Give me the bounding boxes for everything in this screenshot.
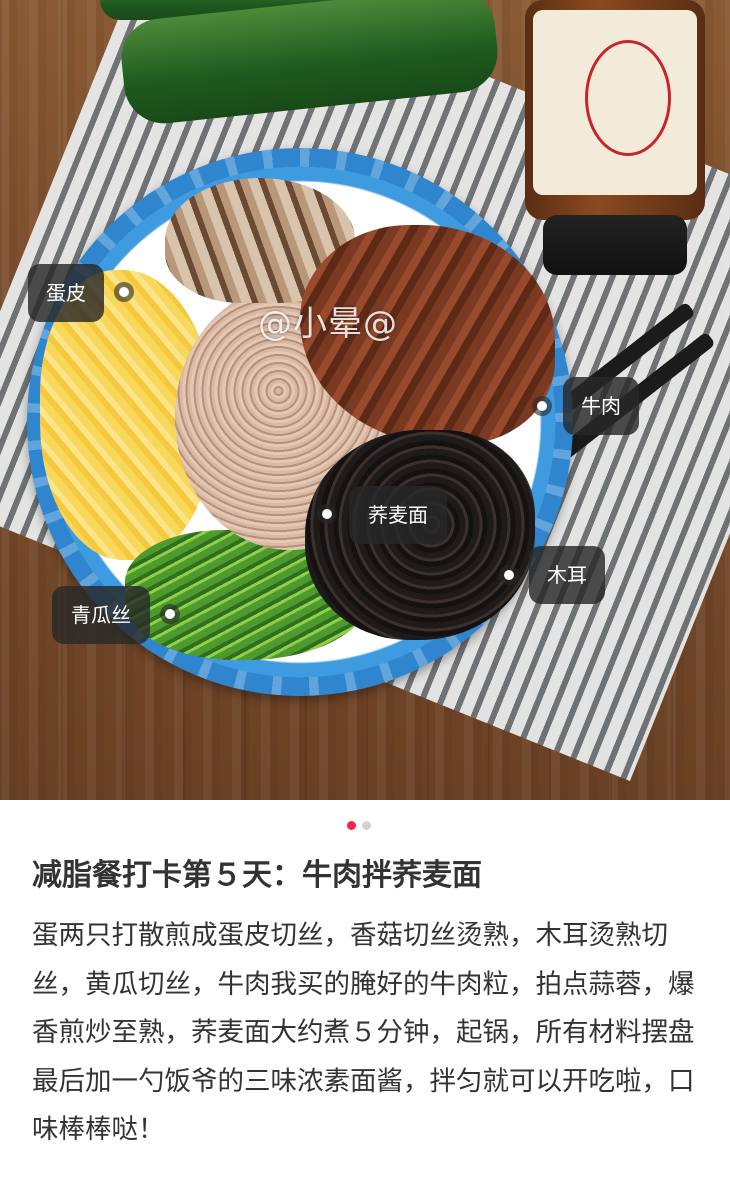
sauce-jar — [525, 0, 705, 280]
image-pager[interactable] — [347, 821, 371, 830]
tag-buckwheat-noodle[interactable]: 荞麦面 — [349, 486, 447, 544]
post-paragraph: 最后加一勺饭爷的三味浓素面酱，拌匀就可以开吃啦，口味棒棒哒！ — [32, 1065, 695, 1146]
tag-cucumber-dot-icon[interactable] — [160, 604, 180, 624]
watermark: @小晕@ — [258, 304, 398, 344]
tag-egg[interactable]: 蛋皮 — [28, 264, 104, 322]
tag-fungus-dot-icon[interactable] — [499, 565, 519, 585]
tag-fungus[interactable]: 木耳 — [529, 546, 605, 604]
tag-cucumber[interactable]: 青瓜丝 — [52, 586, 150, 644]
pager-dot-active[interactable] — [347, 821, 356, 830]
tag-buckwheat-dot-icon[interactable] — [317, 504, 337, 524]
pager-dot[interactable] — [362, 821, 371, 830]
post-photo[interactable]: @小晕@ 蛋皮 牛肉 荞麦面 木耳 青瓜丝 — [0, 0, 730, 800]
tag-beef-dot-icon[interactable] — [532, 396, 552, 416]
post-title: 减脂餐打卡第５天：牛肉拌荞麦面 — [32, 858, 482, 893]
tag-beef[interactable]: 牛肉 — [563, 377, 639, 435]
post-paragraph: 蛋两只打散煎成蛋皮切丝，香菇切丝烫熟，木耳烫熟切丝，黄瓜切丝，牛肉我买的腌好的牛… — [32, 920, 695, 1048]
tag-egg-dot-icon[interactable] — [114, 282, 134, 302]
post-body: 蛋两只打散煎成蛋皮切丝，香菇切丝烫熟，木耳烫熟切丝，黄瓜切丝，牛肉我买的腌好的牛… — [32, 912, 702, 1155]
